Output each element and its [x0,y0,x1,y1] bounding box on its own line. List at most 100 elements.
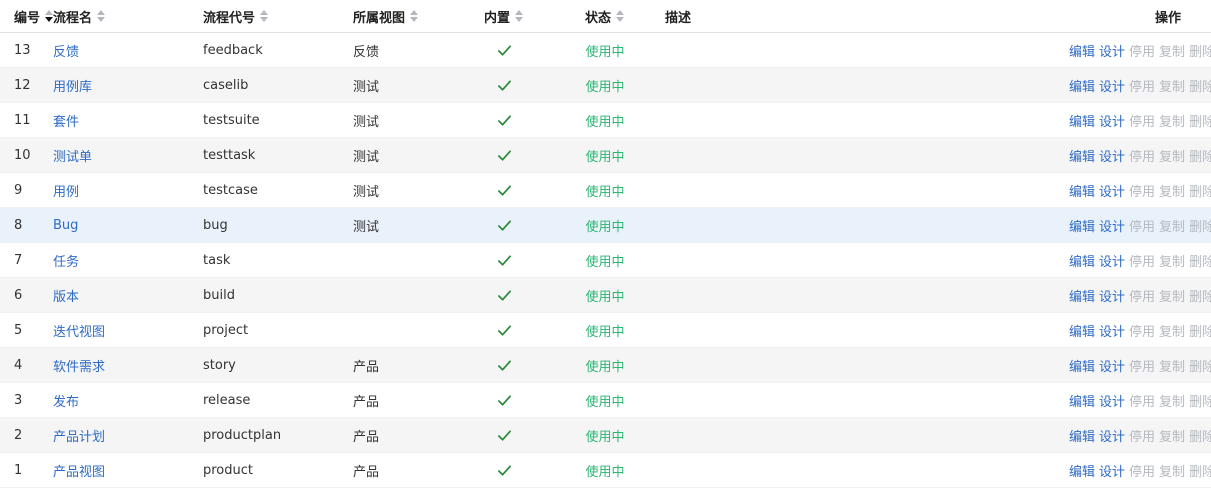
workflow-name-link[interactable]: 版本 [53,290,79,305]
edit-button[interactable]: 编辑 [1069,150,1095,165]
design-button[interactable]: 设计 [1099,290,1125,305]
disable-button[interactable]: 停用 [1129,290,1155,305]
workflow-name-link[interactable]: 产品视图 [53,465,105,480]
edit-button[interactable]: 编辑 [1069,255,1095,270]
edit-button[interactable]: 编辑 [1069,185,1095,200]
workflow-name-link[interactable]: 产品计划 [53,430,105,445]
design-button[interactable]: 设计 [1099,45,1125,60]
table-row[interactable]: 5 迭代视图 project 使用中 编辑 设计 停用 复制 删除 [0,312,1211,348]
copy-button[interactable]: 复制 [1159,360,1185,375]
workflow-name-link[interactable]: 发布 [53,395,79,410]
edit-button[interactable]: 编辑 [1069,220,1095,235]
workflow-name-link[interactable]: Bug [53,218,78,233]
copy-button[interactable]: 复制 [1159,290,1185,305]
disable-button[interactable]: 停用 [1129,80,1155,95]
delete-button[interactable]: 删除 [1189,115,1211,130]
copy-button[interactable]: 复制 [1159,115,1185,130]
disable-button[interactable]: 停用 [1129,150,1155,165]
header-view[interactable]: 所属视图 [353,0,463,33]
delete-button[interactable]: 删除 [1189,185,1211,200]
disable-button[interactable]: 停用 [1129,45,1155,60]
disable-button[interactable]: 停用 [1129,395,1155,410]
header-status[interactable]: 状态 [545,0,665,33]
header-code[interactable]: 流程代号 [203,0,353,33]
copy-button[interactable]: 复制 [1159,465,1185,480]
cell-actions: 编辑 设计 停用 复制 删除 [1065,382,1211,418]
copy-button[interactable]: 复制 [1159,45,1185,60]
copy-button[interactable]: 复制 [1159,150,1185,165]
cell-builtin [463,242,545,278]
disable-button[interactable]: 停用 [1129,465,1155,480]
edit-button[interactable]: 编辑 [1069,430,1095,445]
edit-button[interactable]: 编辑 [1069,290,1095,305]
table-row[interactable]: 11 套件 testsuite 测试 使用中 编辑 设计 停用 复制 删除 [0,102,1211,138]
table-row[interactable]: 1 产品视图 product 产品 使用中 编辑 设计 停用 复制 删除 [0,452,1211,488]
copy-button[interactable]: 复制 [1159,80,1185,95]
copy-button[interactable]: 复制 [1159,220,1185,235]
table-row[interactable]: 3 发布 release 产品 使用中 编辑 设计 停用 复制 删除 [0,382,1211,418]
table-row[interactable]: 2 产品计划 productplan 产品 使用中 编辑 设计 停用 复制 删除 [0,417,1211,453]
disable-button[interactable]: 停用 [1129,430,1155,445]
delete-button[interactable]: 删除 [1189,395,1211,410]
delete-button[interactable]: 删除 [1189,325,1211,340]
copy-button[interactable]: 复制 [1159,395,1185,410]
delete-button[interactable]: 删除 [1189,255,1211,270]
table-row[interactable]: 9 用例 testcase 测试 使用中 编辑 设计 停用 复制 删除 [0,172,1211,208]
copy-button[interactable]: 复制 [1159,325,1185,340]
delete-button[interactable]: 删除 [1189,80,1211,95]
table-row[interactable]: 4 软件需求 story 产品 使用中 编辑 设计 停用 复制 删除 [0,347,1211,383]
design-button[interactable]: 设计 [1099,115,1125,130]
edit-button[interactable]: 编辑 [1069,325,1095,340]
design-button[interactable]: 设计 [1099,255,1125,270]
design-button[interactable]: 设计 [1099,465,1125,480]
delete-button[interactable]: 删除 [1189,150,1211,165]
design-button[interactable]: 设计 [1099,395,1125,410]
workflow-name-link[interactable]: 用例 [53,185,79,200]
delete-button[interactable]: 删除 [1189,45,1211,60]
disable-button[interactable]: 停用 [1129,325,1155,340]
disable-button[interactable]: 停用 [1129,115,1155,130]
delete-button[interactable]: 删除 [1189,465,1211,480]
edit-button[interactable]: 编辑 [1069,395,1095,410]
copy-button[interactable]: 复制 [1159,430,1185,445]
disable-button[interactable]: 停用 [1129,360,1155,375]
edit-button[interactable]: 编辑 [1069,465,1095,480]
table-row[interactable]: 12 用例库 caselib 测试 使用中 编辑 设计 停用 复制 删除 [0,67,1211,103]
design-button[interactable]: 设计 [1099,80,1125,95]
header-builtin[interactable]: 内置 [463,0,545,33]
copy-button[interactable]: 复制 [1159,185,1185,200]
edit-button[interactable]: 编辑 [1069,45,1095,60]
header-name[interactable]: 流程名 [53,0,203,33]
header-id[interactable]: 编号 [0,0,54,33]
workflow-name-link[interactable]: 迭代视图 [53,325,105,340]
edit-button[interactable]: 编辑 [1069,80,1095,95]
workflow-name-link[interactable]: 用例库 [53,80,92,95]
table-row[interactable]: 10 测试单 testtask 测试 使用中 编辑 设计 停用 复制 删除 [0,137,1211,173]
delete-button[interactable]: 删除 [1189,290,1211,305]
edit-button[interactable]: 编辑 [1069,115,1095,130]
workflow-name-link[interactable]: 测试单 [53,150,92,165]
design-button[interactable]: 设计 [1099,185,1125,200]
delete-button[interactable]: 删除 [1189,360,1211,375]
delete-button[interactable]: 删除 [1189,430,1211,445]
design-button[interactable]: 设计 [1099,430,1125,445]
disable-button[interactable]: 停用 [1129,220,1155,235]
copy-button[interactable]: 复制 [1159,255,1185,270]
workflow-name-link[interactable]: 套件 [53,115,79,130]
delete-button[interactable]: 删除 [1189,220,1211,235]
disable-button[interactable]: 停用 [1129,185,1155,200]
disable-button[interactable]: 停用 [1129,255,1155,270]
cell-view: 测试 [353,67,463,103]
table-row[interactable]: 6 版本 build 使用中 编辑 设计 停用 复制 删除 [0,277,1211,313]
workflow-name-link[interactable]: 任务 [53,255,79,270]
table-row[interactable]: 7 任务 task 使用中 编辑 设计 停用 复制 删除 [0,242,1211,278]
design-button[interactable]: 设计 [1099,150,1125,165]
table-row[interactable]: 13 反馈 feedback 反馈 使用中 编辑 设计 停用 复制 删除 [0,32,1211,68]
table-row[interactable]: 8 Bug bug 测试 使用中 编辑 设计 停用 复制 删除 [0,207,1211,243]
design-button[interactable]: 设计 [1099,360,1125,375]
design-button[interactable]: 设计 [1099,220,1125,235]
edit-button[interactable]: 编辑 [1069,360,1095,375]
workflow-name-link[interactable]: 软件需求 [53,360,105,375]
design-button[interactable]: 设计 [1099,325,1125,340]
workflow-name-link[interactable]: 反馈 [53,45,79,60]
